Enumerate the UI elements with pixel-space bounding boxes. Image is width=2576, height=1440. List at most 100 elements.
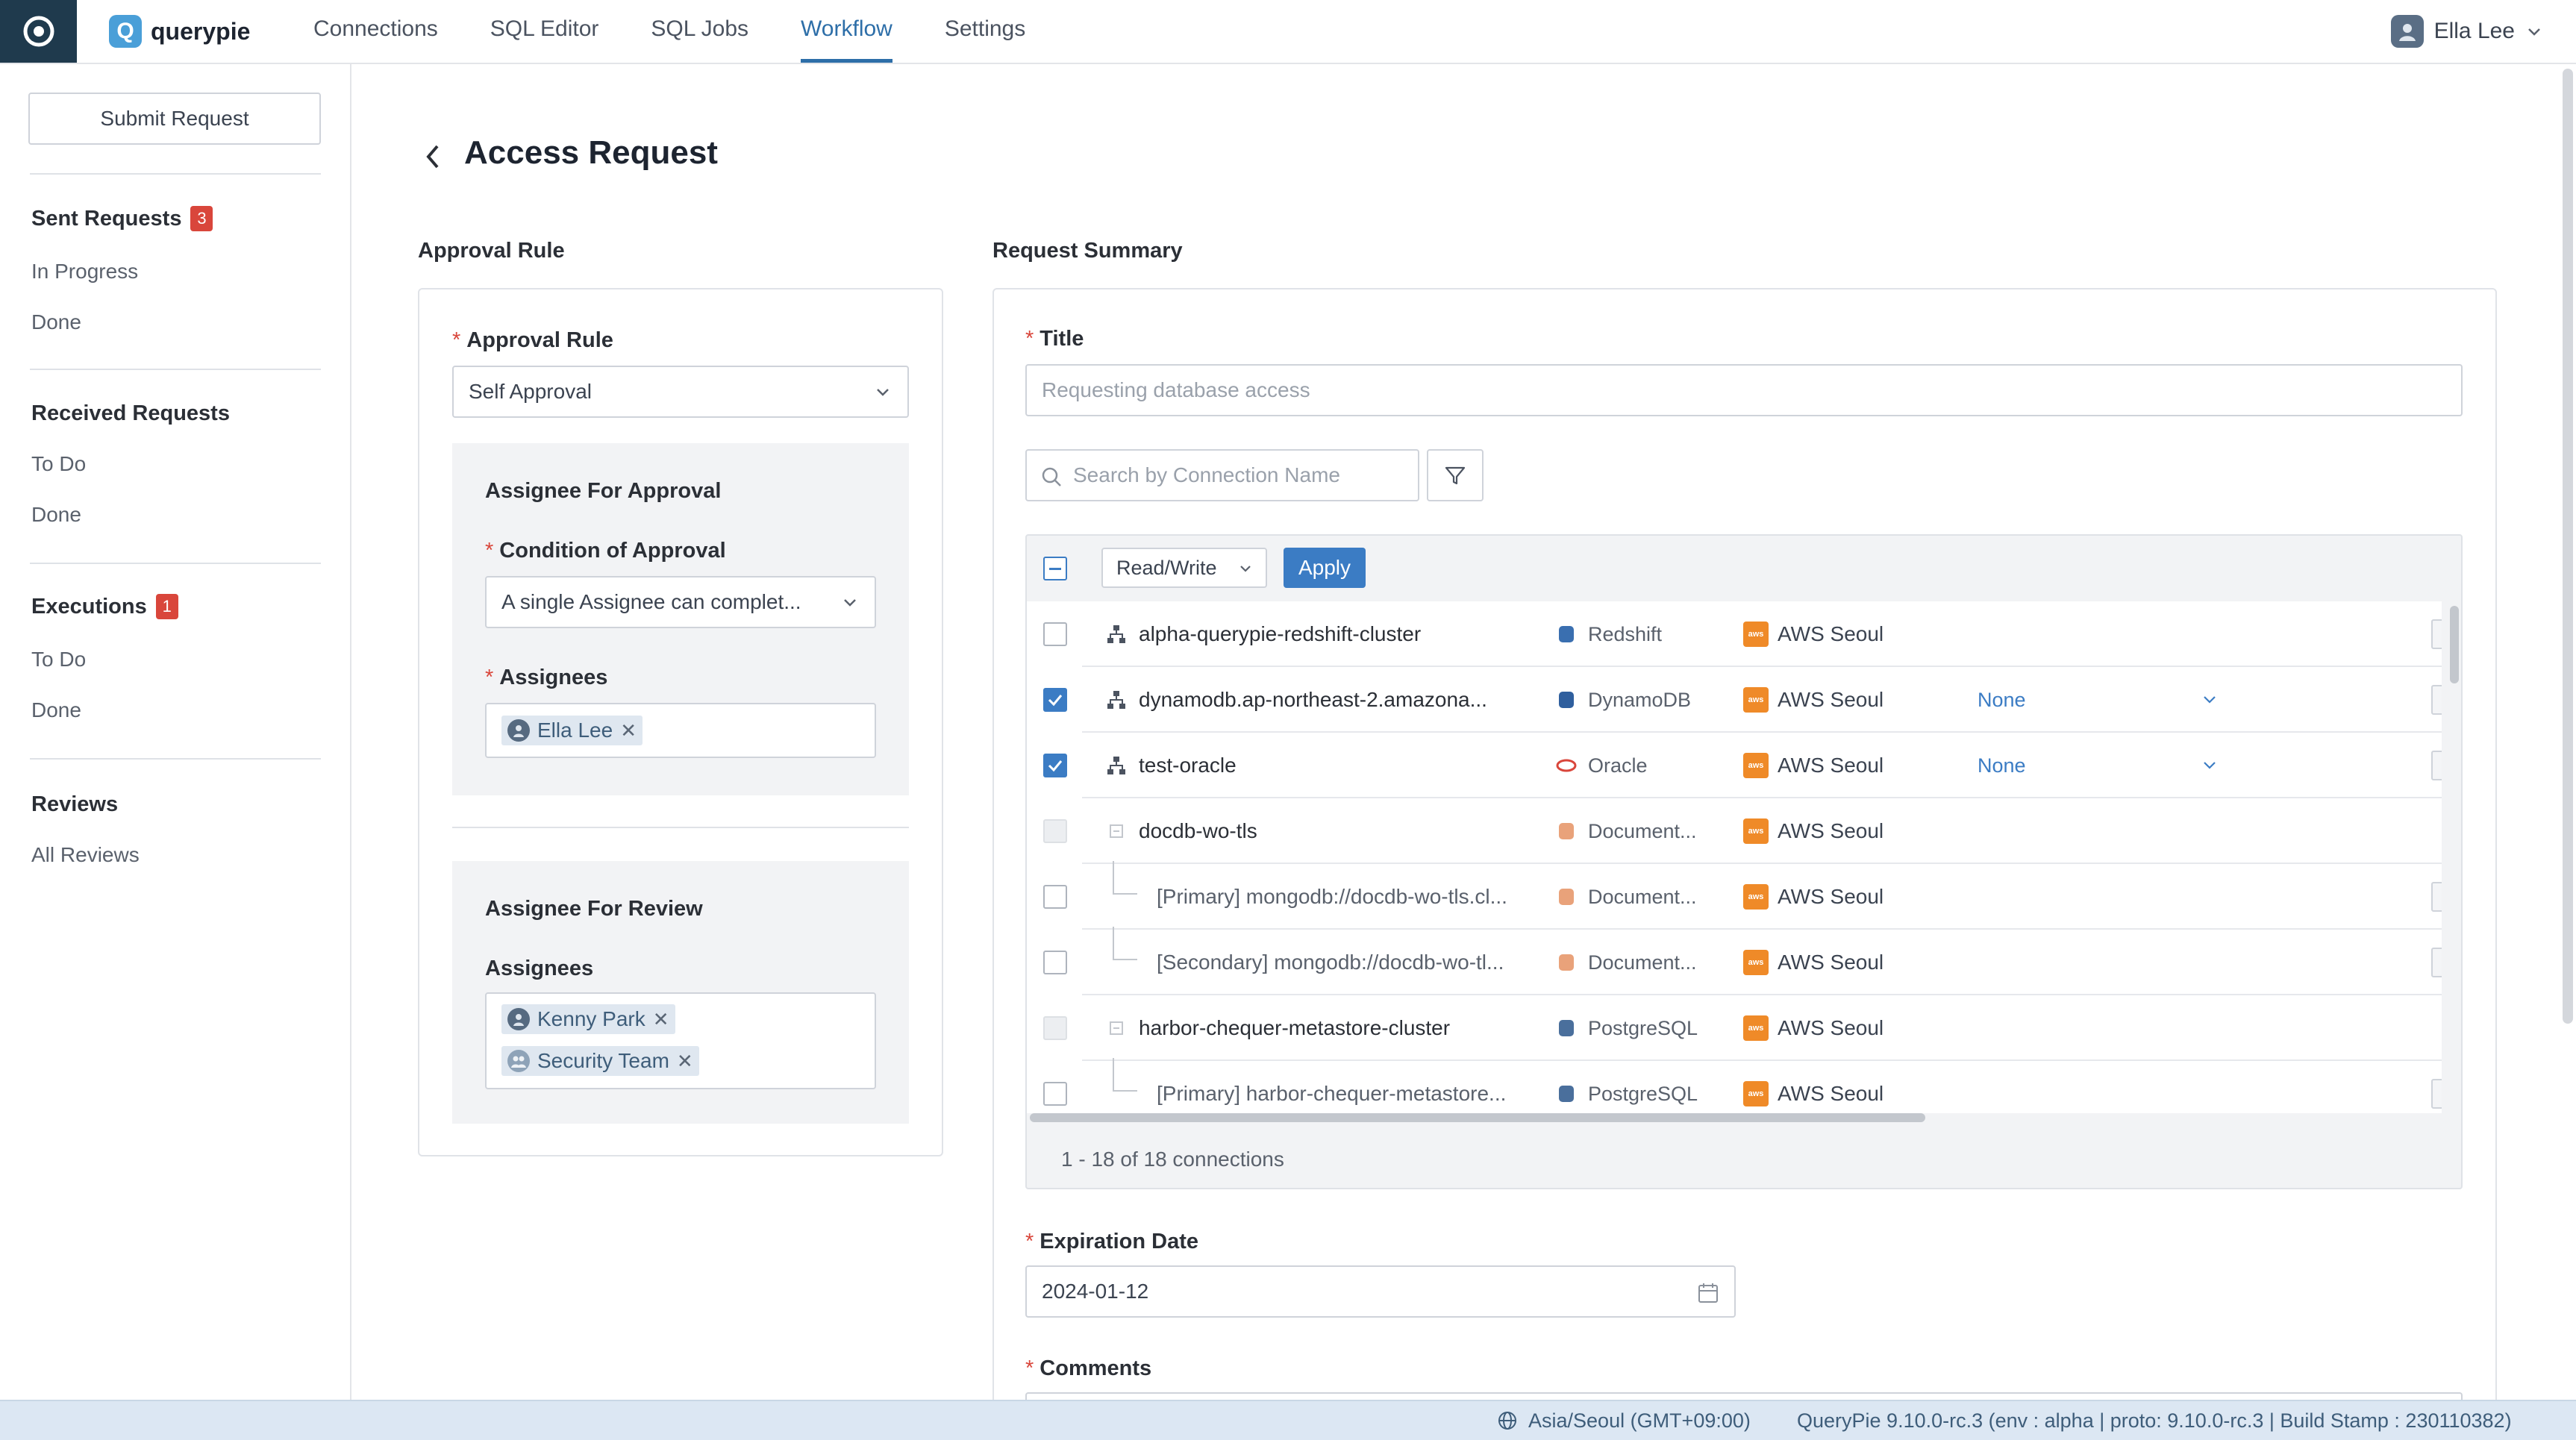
sidebar-divider xyxy=(30,758,321,760)
table-row[interactable]: [Primary] mongodb://docdb-wo-tls.cl... Do… xyxy=(1082,861,2442,930)
assignee-tag: Ella Lee ✕ xyxy=(501,716,643,745)
brand-q-icon: Q xyxy=(109,15,142,48)
table-row[interactable]: dynamodb.ap-northeast-2.amazona... Dynamo… xyxy=(1082,667,2442,733)
user-avatar-icon xyxy=(513,725,524,737)
apply-button[interactable]: Apply xyxy=(1284,548,1366,588)
region: aws AWS Seoul xyxy=(1743,995,1883,1061)
read-only-badge: Read-Only xyxy=(2431,948,2442,977)
sidebar-item-in-progress[interactable]: In Progress xyxy=(31,260,138,284)
nav-settings[interactable]: Settings xyxy=(945,0,1025,63)
sidebar-item-all-reviews[interactable]: All Reviews xyxy=(31,843,140,867)
avatar xyxy=(507,719,530,742)
aws-icon: aws xyxy=(1743,1015,1769,1041)
table-row[interactable]: docdb-wo-tls Document... aws AWS Seoul xyxy=(1082,798,2442,864)
row-checkbox[interactable] xyxy=(1043,885,1067,909)
privilege-select[interactable]: Read/Write xyxy=(1101,548,1267,588)
region-label: AWS Seoul xyxy=(1778,754,1884,777)
submit-request-button[interactable]: Submit Request xyxy=(28,93,321,145)
app-logo[interactable] xyxy=(0,0,77,63)
condition-value: A single Assignee can complet... xyxy=(501,590,801,613)
panel-divider xyxy=(452,827,909,828)
connections-table: Read/Write Apply alpha-querypie-redshift… xyxy=(1025,534,2463,1189)
brand[interactable]: Q querypie xyxy=(109,12,250,51)
chevron-down-icon[interactable] xyxy=(2200,689,2219,709)
table-rows: alpha-querypie-redshift-cluster Redshift a… xyxy=(1082,601,2442,1113)
approval-assignees-input[interactable]: Ella Lee ✕ xyxy=(485,703,876,758)
row-checkbox[interactable] xyxy=(1043,951,1067,974)
remove-tag-icon[interactable]: ✕ xyxy=(620,719,637,742)
row-checkbox[interactable] xyxy=(1043,688,1067,712)
sidebar-sent-requests[interactable]: Sent Requests 3 xyxy=(31,206,213,231)
row-checkbox[interactable] xyxy=(1043,754,1067,777)
row-checkbox[interactable] xyxy=(1043,1082,1067,1106)
sidebar-item-executions-done[interactable]: Done xyxy=(31,698,81,722)
sidebar-heading-label: Executions xyxy=(31,594,147,619)
version-text: QueryPie 9.10.0-rc.3 (env : alpha | prot… xyxy=(1797,1409,2512,1432)
row-checkbox[interactable] xyxy=(1043,622,1067,646)
cluster-icon xyxy=(1107,757,1125,774)
timezone-indicator[interactable]: Asia/Seoul (GMT+09:00) xyxy=(1497,1401,1751,1440)
page-scrollbar[interactable] xyxy=(2563,69,2573,1024)
table-row[interactable]: test-oracle Oracle aws AWS Seoul None Read-On… xyxy=(1082,733,2442,798)
region: aws AWS Seoul xyxy=(1743,601,1883,667)
app-logo-icon xyxy=(23,16,54,47)
assignee-name: Ella Lee xyxy=(537,719,613,742)
comments-textarea[interactable] xyxy=(1025,1392,2463,1400)
expiration-date-input[interactable]: 2024-01-12 xyxy=(1025,1265,1736,1318)
sidebar-received-requests[interactable]: Received Requests xyxy=(31,401,230,426)
filter-button[interactable] xyxy=(1427,449,1484,501)
sidebar-heading-label: Sent Requests xyxy=(31,206,182,231)
review-assignees-input[interactable]: Kenny Park ✕ Security Team ✕ xyxy=(485,992,876,1089)
summary-section-label: Request Summary xyxy=(992,239,1183,263)
sidebar-item-executions-todo[interactable]: To Do xyxy=(31,648,86,672)
sidebar-item-received-done[interactable]: Done xyxy=(31,503,81,527)
assignee-review-title: Assignee For Review xyxy=(485,897,703,921)
nav-connections[interactable]: Connections xyxy=(313,0,438,63)
assignees-label: * Assignees xyxy=(485,666,608,689)
sidebar-executions[interactable]: Executions 1 xyxy=(31,594,178,619)
aws-icon: aws xyxy=(1743,753,1769,778)
remove-tag-icon[interactable]: ✕ xyxy=(653,1008,669,1031)
executions-badge: 1 xyxy=(155,594,178,619)
table-row[interactable]: harbor-chequer-metastore-cluster PostgreS… xyxy=(1082,995,2442,1061)
select-all-checkbox[interactable] xyxy=(1043,557,1067,580)
connection-name: [Secondary] mongodb://docdb-wo-tl... xyxy=(1157,951,1504,974)
back-arrow-icon[interactable] xyxy=(418,134,448,179)
sidebar-item-received-todo[interactable]: To Do xyxy=(31,452,86,476)
title-input[interactable]: Requesting database access xyxy=(1025,364,2463,416)
avatar xyxy=(507,1008,530,1030)
condition-select[interactable]: A single Assignee can complet... xyxy=(485,576,876,628)
db-type-label: Document... xyxy=(1588,885,1697,908)
sidebar-divider xyxy=(30,173,321,175)
sidebar-item-sent-done[interactable]: Done xyxy=(31,310,81,334)
table-row[interactable]: alpha-querypie-redshift-cluster Redshift a… xyxy=(1082,601,2442,667)
user-avatar-icon xyxy=(2398,24,2416,41)
database-icon xyxy=(1559,823,1574,839)
approval-rule-select[interactable]: Self Approval xyxy=(452,366,909,418)
role-select[interactable]: None xyxy=(1978,733,2026,798)
nav-workflow[interactable]: Workflow xyxy=(801,0,892,63)
nav-sql-jobs[interactable]: SQL Jobs xyxy=(651,0,748,63)
remove-tag-icon[interactable]: ✕ xyxy=(677,1050,693,1073)
collapse-icon[interactable] xyxy=(1106,821,1127,842)
read-only-badge: Read-Only xyxy=(2431,751,2442,780)
nav-sql-editor[interactable]: SQL Editor xyxy=(490,0,599,63)
aws-icon: aws xyxy=(1743,950,1769,975)
sidebar-reviews[interactable]: Reviews xyxy=(31,792,118,817)
chevron-down-icon[interactable] xyxy=(2200,755,2219,774)
table-footer-count: 1 - 18 of 18 connections xyxy=(1061,1148,1284,1171)
region-label: AWS Seoul xyxy=(1778,1016,1884,1039)
region: aws AWS Seoul xyxy=(1743,733,1883,798)
connection-name: test-oracle xyxy=(1139,754,1237,777)
search-input[interactable]: Search by Connection Name xyxy=(1025,449,1419,501)
collapse-icon[interactable] xyxy=(1106,1018,1127,1039)
row-checkbox xyxy=(1043,1016,1067,1040)
horizontal-scrollbar[interactable] xyxy=(1030,1113,1925,1122)
table-row[interactable]: [Secondary] mongodb://docdb-wo-tl... Docu… xyxy=(1082,927,2442,995)
vertical-scrollbar[interactable] xyxy=(2450,606,2459,683)
user-menu[interactable]: Ella Lee xyxy=(2390,12,2543,51)
connection-name: dynamodb.ap-northeast-2.amazona... xyxy=(1139,688,1487,711)
connection-name: docdb-wo-tls xyxy=(1139,819,1257,842)
table-row[interactable]: [Primary] harbor-chequer-metastore... Pos… xyxy=(1082,1058,2442,1113)
role-select[interactable]: None xyxy=(1978,667,2026,733)
